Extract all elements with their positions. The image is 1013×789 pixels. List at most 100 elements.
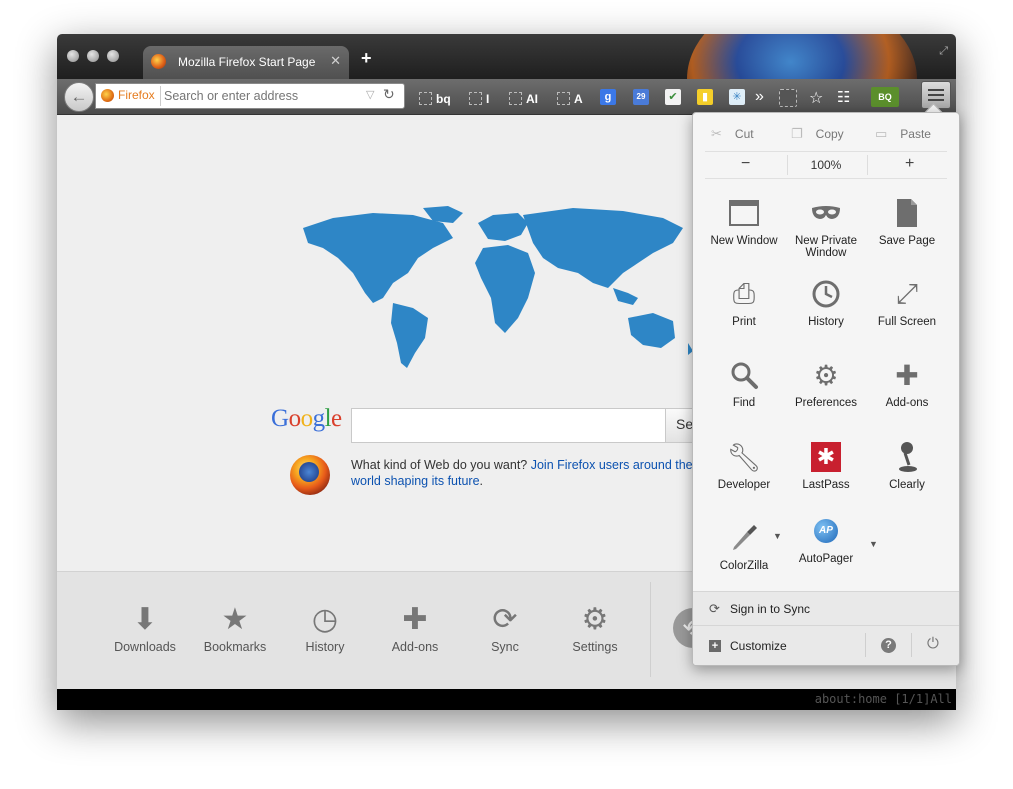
paste-button[interactable]: ▭ Paste <box>875 126 931 142</box>
menu-item-label: Print <box>732 316 756 328</box>
print-button[interactable]: ⎙ Print <box>703 276 785 329</box>
full-screen-button[interactable]: ⤢ Full Screen <box>866 276 948 329</box>
lastpass-button[interactable]: ✱ LastPass <box>785 439 867 491</box>
launcher-downloads[interactable]: ⬇ Downloads <box>100 602 190 654</box>
new-tab-button[interactable]: + <box>361 48 372 69</box>
zoom-out-button[interactable]: − <box>741 155 750 173</box>
launcher-settings[interactable]: ⚙ Settings <box>550 602 640 654</box>
help-icon[interactable]: ? <box>881 638 896 653</box>
checkmark-extension-icon[interactable]: ✔ <box>665 89 681 105</box>
clearly-button[interactable]: Clearly <box>866 439 948 491</box>
zoom-separator <box>867 155 868 175</box>
bookmark-ai[interactable]: AI <box>509 92 538 106</box>
launcher-addons[interactable]: ✚ Add-ons <box>370 602 460 654</box>
hamburger-line <box>928 99 944 101</box>
gear-icon: ⚙ <box>813 359 839 391</box>
menu-item-label: New Private Window <box>795 235 857 259</box>
lastpass-icon: ✱ <box>785 439 867 475</box>
clipboard-icon: ▭ <box>875 126 888 141</box>
autopager-dropdown-icon[interactable]: ▼ <box>869 539 878 549</box>
cut-label: Cut <box>734 127 754 141</box>
star-icon: ★ <box>221 603 249 636</box>
bookmark-i[interactable]: I <box>469 92 489 106</box>
new-window-button[interactable]: New Window <box>703 195 785 247</box>
colorzilla-dropdown-icon[interactable]: ▼ <box>773 531 782 541</box>
customize-separator <box>911 633 912 657</box>
url-dropdown-icon[interactable]: ▽ <box>366 88 374 101</box>
find-button[interactable]: Find <box>703 357 785 409</box>
screenshot-extension-icon[interactable] <box>779 89 797 107</box>
url-bar[interactable]: Firefox ▽ ↻ <box>95 83 405 109</box>
close-tab-icon[interactable]: ✕ <box>330 53 341 69</box>
image-extension-icon[interactable]: ✳ <box>729 89 745 105</box>
bookmarks-menu-icon[interactable]: ☷ <box>837 88 850 106</box>
fullscreen-icon: ⤢ <box>895 277 919 309</box>
calendar-extension-icon[interactable]: 29 <box>633 89 649 105</box>
history-button[interactable]: History <box>785 276 867 328</box>
hamburger-line <box>928 94 944 96</box>
bookmark-favicon-icon <box>469 92 482 105</box>
world-map <box>303 206 693 368</box>
new-private-window-button[interactable]: New Private Window <box>785 195 867 259</box>
address-input[interactable] <box>162 86 366 106</box>
tab-bar: Mozilla Firefox Start Page ✕ + ⤢ <box>57 34 956 79</box>
zoom-reset-button[interactable]: 100% <box>806 158 846 172</box>
autopager-button[interactable]: AP AutoPager <box>785 513 867 565</box>
launcher-sync[interactable]: ⟳ Sync <box>460 602 550 654</box>
status-text: about:home [1/1]All <box>814 692 952 706</box>
customize-button[interactable]: Customize <box>730 639 787 653</box>
bookmark-a[interactable]: A <box>557 92 583 106</box>
firefox-theme-glow <box>687 34 917 79</box>
launcher-bookmarks[interactable]: ★ Bookmarks <box>190 602 280 654</box>
launcher-label: Sync <box>491 640 519 654</box>
preferences-button[interactable]: ⚙ Preferences <box>785 357 867 410</box>
url-separator <box>160 86 161 106</box>
zoom-controls: − 100% + <box>705 151 947 179</box>
addons-button[interactable]: ✚ Add-ons <box>866 357 948 410</box>
reload-icon[interactable]: ↻ <box>383 86 395 103</box>
launcher-history[interactable]: ◷ History <box>280 602 370 654</box>
magnifier-icon <box>703 357 785 393</box>
customize-plus-icon[interactable]: + <box>709 640 721 652</box>
sync-label: Sign in to Sync <box>730 602 811 616</box>
bookmark-favicon-icon <box>509 92 522 105</box>
menu-item-label: ColorZilla <box>719 560 769 572</box>
menu-panel: ✂ Cut ❐ Copy ▭ Paste − 100% + New Window Ne… <box>692 112 960 666</box>
launcher-label: History <box>305 640 345 654</box>
minimize-window-button[interactable] <box>87 50 99 62</box>
launcher-label: Add-ons <box>391 640 439 654</box>
zoom-in-button[interactable]: + <box>905 155 914 173</box>
mask-icon <box>785 195 867 231</box>
copy-button[interactable]: ❐ Copy <box>791 126 844 142</box>
snippet: What kind of Web do you want? Join Firef… <box>351 457 711 489</box>
sync-icon: ⟳ <box>492 603 518 636</box>
printer-icon: ⎙ <box>732 277 756 309</box>
note-extension-icon[interactable]: ▮ <box>697 89 713 105</box>
power-icon[interactable]: ⏻ <box>927 635 939 652</box>
google-extension-icon[interactable]: g <box>600 89 616 105</box>
menu-item-label: Save Page <box>878 235 936 247</box>
fullscreen-toggle-icon[interactable]: ⤢ <box>939 45 948 58</box>
sign-in-to-sync-button[interactable]: ⟳ Sign in to Sync <box>693 591 959 625</box>
overflow-chevron-icon[interactable]: » <box>755 88 764 106</box>
close-window-button[interactable] <box>67 50 79 62</box>
zoom-window-button[interactable] <box>107 50 119 62</box>
zoom-separator <box>787 155 788 175</box>
bookmark-star-icon[interactable]: ☆ <box>809 88 823 108</box>
open-menu-button[interactable] <box>921 81 951 109</box>
google-search-input[interactable] <box>351 408 670 443</box>
colorzilla-button[interactable]: ColorZilla <box>703 520 785 572</box>
identity-label[interactable]: Firefox <box>118 88 155 102</box>
developer-button[interactable]: 🔧︎ Developer <box>703 439 785 492</box>
menu-item-label: Preferences <box>794 397 857 409</box>
copy-icon: ❐ <box>791 126 803 141</box>
tab-start-page[interactable]: Mozilla Firefox Start Page ✕ <box>143 46 349 79</box>
cut-button[interactable]: ✂ Cut <box>711 126 754 142</box>
back-button[interactable]: ← <box>64 82 94 112</box>
bq-on-extension-icon[interactable]: BQ <box>871 87 899 107</box>
tab-title: Mozilla Firefox Start Page <box>178 55 316 69</box>
firefox-logo-icon <box>290 455 330 495</box>
bookmark-favicon-icon <box>557 92 570 105</box>
save-page-button[interactable]: Save Page <box>866 195 948 247</box>
bookmark-bq[interactable]: bq <box>419 92 451 106</box>
